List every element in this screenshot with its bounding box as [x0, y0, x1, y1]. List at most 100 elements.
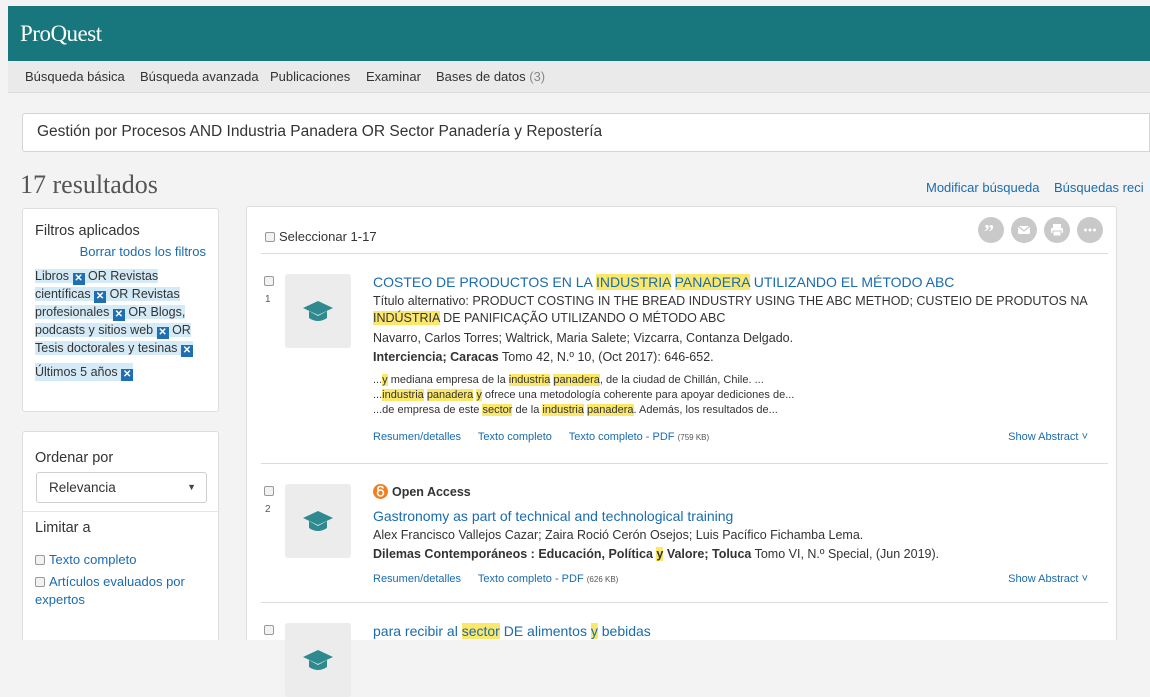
limit-full-text-checkbox[interactable]: Texto completo [35, 551, 213, 569]
chevron-down-icon: ˅ [1081, 573, 1088, 585]
filter-chip: Últimos 5 años ✕ [35, 363, 134, 381]
source-details: Tomo 42, N.º 10, (Oct 2017): 646-652. [498, 350, 714, 364]
divider [23, 511, 218, 512]
full-text-pdf-link[interactable]: Texto completo - PDF (626 KB) [478, 573, 618, 585]
limit-peer-reviewed-checkbox[interactable]: Artículos evaluados por expertos [35, 573, 213, 609]
nav-advanced-search[interactable]: Búsqueda avanzada [140, 69, 259, 84]
results-panel: Seleccionar 1-17 ” 1 COSTEO DE PRODUCTOS… [246, 206, 1117, 697]
nav-browse[interactable]: Examinar [366, 69, 421, 84]
title-highlight: y [590, 623, 598, 639]
checkbox-icon [35, 577, 45, 587]
search-query-text: Gestión por Procesos AND Industria Panad… [37, 123, 603, 140]
full-text-pdf-link[interactable]: Texto completo - PDF (759 KB) [569, 431, 709, 443]
open-access-icon [373, 484, 388, 499]
quote-icon[interactable]: ” [978, 217, 1004, 243]
remove-filter-icon[interactable]: ✕ [121, 369, 134, 381]
document-thumbnail[interactable] [285, 274, 351, 348]
document-thumbnail[interactable] [285, 484, 351, 558]
limit-option-label: Texto completo [49, 552, 137, 567]
results-count: 17 resultados [20, 170, 158, 199]
pdf-link-label: Texto completo - PDF [568, 431, 675, 443]
recent-searches-link[interactable]: Búsquedas reci [1054, 180, 1144, 195]
nav-publications[interactable]: Publicaciones [270, 69, 350, 84]
divider [261, 463, 1108, 464]
pdf-link-label: Texto completo - PDF [477, 573, 584, 585]
show-abstract-label: Show Abstract [1008, 573, 1079, 585]
remove-filter-icon[interactable]: ✕ [156, 327, 169, 339]
result-source: Dilemas Contemporáneos : Educación, Polí… [373, 546, 939, 563]
result-title-link[interactable]: COSTEO DE PRODUCTOS EN LA INDUSTRIA PANA… [373, 274, 954, 290]
title-text: DE alimentos [499, 623, 591, 639]
alt-title-text: Título alternativo: PRODUCT COSTING IN T… [373, 294, 1088, 308]
show-abstract-toggle[interactable]: Show Abstract ˅ [1008, 431, 1088, 443]
remove-filter-icon[interactable]: ✕ [72, 273, 85, 285]
divider [261, 253, 1108, 254]
header-bar: ProQuest [8, 6, 1150, 61]
filter-chips: Libros ✕ OR Revistas científicas ✕ OR Re… [35, 267, 215, 381]
more-icon[interactable] [1077, 217, 1103, 243]
print-icon[interactable] [1044, 217, 1070, 243]
result-checkbox[interactable] [264, 276, 274, 286]
remove-filter-icon[interactable]: ✕ [180, 345, 193, 357]
title-highlight: INDUSTRIA [596, 274, 671, 290]
result-number: 1 [265, 294, 271, 305]
result-snippet: ...industria panadera y ofrece una metod… [373, 389, 795, 401]
abstract-details-link[interactable]: Resumen/detalles [373, 573, 461, 585]
result-links: Resumen/detalles Texto completo - PDF (6… [373, 573, 632, 585]
title-text: COSTEO DE PRODUCTOS EN LA [373, 274, 597, 290]
title-text: para recibir al [373, 623, 462, 639]
full-text-link[interactable]: Texto completo [478, 431, 552, 443]
show-abstract-toggle[interactable]: Show Abstract ˅ [1008, 573, 1088, 585]
divider [261, 602, 1108, 603]
chevron-down-icon: ▼ [187, 482, 196, 492]
filters-title: Filtros aplicados [35, 223, 140, 239]
graduation-cap-icon [303, 301, 333, 321]
source-publication: Interciencia; Caracas [373, 350, 499, 364]
result-checkbox[interactable] [264, 625, 274, 635]
title-highlight: sector [461, 623, 500, 639]
source-publication: Valore; Toluca [663, 547, 752, 561]
sort-selected-value: Relevancia [49, 480, 116, 495]
open-access-label: Open Access [392, 485, 471, 499]
sort-title: Ordenar por [35, 450, 114, 466]
graduation-cap-icon [303, 511, 333, 531]
remove-filter-icon[interactable]: ✕ [94, 291, 107, 303]
limit-title: Limitar a [35, 520, 91, 536]
chevron-down-icon: ˅ [1081, 431, 1088, 443]
nav-basic-search[interactable]: Búsqueda básica [25, 69, 125, 84]
alternative-title: Título alternativo: PRODUCT COSTING IN T… [373, 293, 1103, 327]
result-authors: Navarro, Carlos Torres; Waltrick, Maria … [373, 331, 794, 345]
limit-option-label: Artículos evaluados por expertos [35, 574, 185, 607]
result-title-link[interactable]: para recibir al sector DE alimentos y be… [373, 623, 651, 639]
search-input[interactable]: Gestión por Procesos AND Industria Panad… [22, 113, 1150, 152]
title-text: UTILIZANDO EL MÉTODO ABC [749, 274, 955, 290]
nav-databases[interactable]: Bases de datos (3) [436, 69, 545, 84]
select-all-checkbox[interactable]: Seleccionar 1-17 [265, 229, 377, 244]
svg-text:”: ” [984, 222, 994, 238]
alt-title-highlight: INDÚSTRIA [373, 311, 440, 325]
abstract-details-link[interactable]: Resumen/detalles [373, 431, 461, 443]
graduation-cap-icon [303, 650, 333, 670]
result-snippet: ...de empresa de este sector de la indus… [373, 404, 778, 416]
proquest-logo[interactable]: ProQuest [20, 21, 102, 47]
result-number: 2 [265, 504, 271, 515]
document-thumbnail[interactable] [285, 623, 351, 697]
nav-databases-count: (3) [529, 69, 546, 84]
open-access-badge: Open Access [373, 484, 471, 499]
title-text [671, 274, 675, 290]
result-title-link[interactable]: Gastronomy as part of technical and tech… [373, 508, 733, 524]
nav-databases-label: Bases de datos [436, 69, 526, 84]
clear-filters-link[interactable]: Borrar todos los filtros [80, 244, 206, 259]
email-icon[interactable] [1011, 217, 1037, 243]
result-checkbox[interactable] [264, 486, 274, 496]
sort-select[interactable]: Relevancia ▼ [36, 472, 207, 503]
filter-chip-label: Últimos 5 años [35, 365, 118, 379]
alt-title-text: DE PANIFICAÇÃO UTILIZANDO O MÉTODO ABC [439, 311, 726, 325]
title-highlight: PANADERA [674, 274, 750, 290]
modify-search-link[interactable]: Modificar búsqueda [926, 180, 1039, 195]
source-details: Tomo VI, N.º Special, (Jun 2019). [751, 547, 940, 561]
remove-filter-icon[interactable]: ✕ [112, 309, 125, 321]
select-all-label: Seleccionar 1-17 [279, 229, 377, 244]
show-abstract-label: Show Abstract [1008, 431, 1079, 443]
pdf-size: (759 KB) [677, 433, 710, 442]
